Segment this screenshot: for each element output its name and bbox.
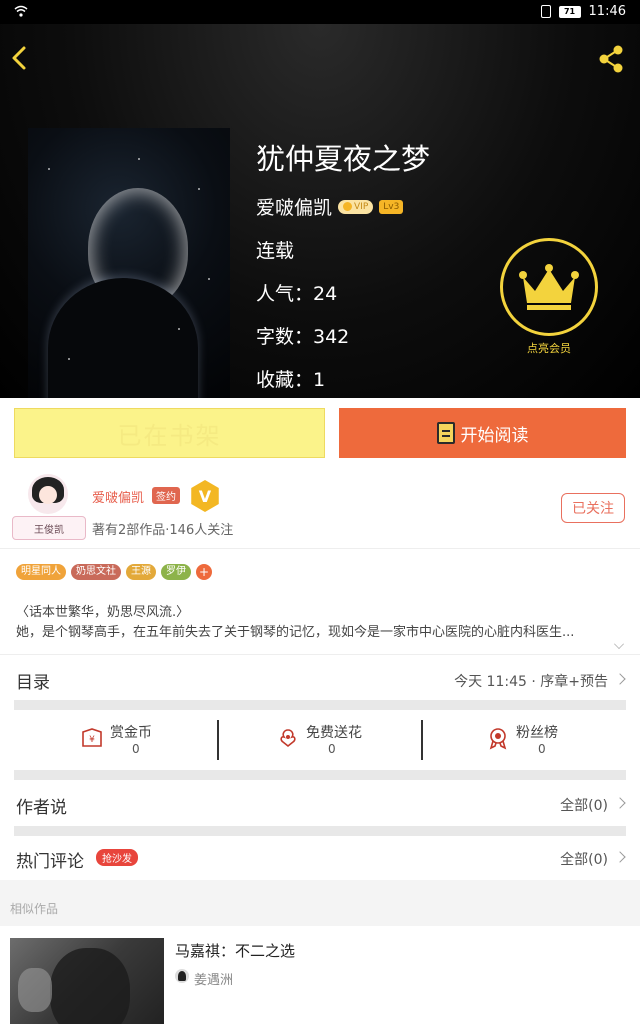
tag[interactable]: 明星同人: [16, 564, 66, 580]
book-word-count: 字数：342: [256, 326, 350, 348]
book-icon: [436, 422, 455, 444]
catalog-latest: 今天 11:45 · 序章+预告: [454, 674, 608, 690]
vibrate-icon: [540, 5, 551, 18]
description-text[interactable]: 她，是个钢琴高手，在五年前失去了关于钢琴的记忆，现如今是一家市中心医院的心脏内科…: [16, 621, 616, 640]
chevron-right-icon: [614, 673, 626, 685]
status-bar: 71 11:46: [0, 0, 640, 24]
member-button[interactable]: 点亮会员: [500, 238, 598, 356]
description-tagline: 〈话本世繁华，奶思尽风流.〉: [16, 605, 190, 620]
vip-icon: [343, 202, 353, 211]
wifi-icon: [14, 5, 28, 17]
book-author-row[interactable]: 爱啵偏凯 VIP Lv3: [256, 193, 404, 220]
hot-comments-label: 热门评论: [16, 852, 84, 872]
battery-icon: 71: [558, 5, 581, 18]
stat-value: 0: [132, 742, 140, 756]
chevron-right-icon: [614, 797, 626, 809]
fan-ranking-button[interactable]: 粉丝榜 0: [486, 720, 636, 760]
author-card: 王俊凯 爱啵偏凯 签约 V 著有2部作品·146人关注 已关注: [0, 468, 640, 548]
divider: [217, 720, 219, 760]
crown-icon: [519, 264, 579, 310]
expand-chevron-icon[interactable]: [614, 639, 624, 649]
svg-text:¥: ¥: [89, 735, 95, 745]
author-says-label: 作者说: [16, 798, 67, 818]
author-name[interactable]: 爱啵偏凯: [92, 487, 144, 506]
similar-book-title[interactable]: 马嘉祺：不二之选: [175, 940, 295, 961]
hot-comments-row[interactable]: 热门评论 抢沙发 全部(0): [0, 836, 640, 880]
book-popularity: 人气：24: [256, 283, 338, 305]
author-avatar-icon: [175, 969, 189, 983]
send-flower-button[interactable]: 免费送花 0: [276, 720, 426, 760]
vip-badge: VIP: [338, 199, 374, 214]
tags-description-section: 明星同人 奶思文社 王源 罗伊 + 〈话本世繁华，奶思尽风流.〉 她，是个钢琴高…: [0, 548, 640, 654]
stat-label: 免费送花: [306, 725, 362, 741]
share-icon[interactable]: [596, 44, 626, 74]
chevron-right-icon: [614, 851, 626, 863]
catalog-row[interactable]: 目录 今天 11:45 · 序章+预告: [0, 654, 640, 700]
author-works-summary: 著有2部作品·146人关注: [92, 523, 234, 538]
divider: [421, 720, 423, 760]
stat-value: 0: [538, 742, 546, 756]
grab-sofa-badge[interactable]: 抢沙发: [96, 849, 138, 866]
tag[interactable]: 王源: [126, 564, 156, 580]
author-says-row[interactable]: 作者说 全部(0): [0, 780, 640, 826]
book-title: 犹仲夏夜之梦: [256, 142, 431, 176]
similar-book-author: 姜遇洲: [194, 973, 234, 988]
signed-badge: 签约: [152, 487, 180, 504]
book-author-name[interactable]: 爱啵偏凯: [256, 193, 332, 220]
book-status: 连载: [256, 240, 295, 262]
flower-icon: [280, 729, 296, 748]
clock: 11:46: [588, 4, 626, 19]
start-reading-button[interactable]: 开始阅读: [339, 408, 626, 458]
tag-list: 明星同人 奶思文社 王源 罗伊 +: [16, 564, 212, 580]
followed-button[interactable]: 已关注: [561, 493, 625, 523]
reward-coin-icon: ¥: [82, 728, 102, 747]
ranking-medal-icon: [489, 728, 507, 750]
book-header: 犹仲夏夜之梦 爱啵偏凯 VIP Lv3 连载 人气：24 字数：342 收藏：1…: [0, 24, 640, 398]
similar-book-cover[interactable]: [10, 938, 164, 1024]
in-shelf-button[interactable]: 已在书架: [14, 408, 325, 458]
level-badge: Lv3: [379, 199, 404, 214]
add-tag-button[interactable]: +: [196, 564, 212, 580]
stat-value: 0: [328, 742, 336, 756]
stat-label: 赏金币: [110, 725, 152, 741]
avatar-nameplate: 王俊凯: [12, 516, 86, 540]
verified-v-badge: V: [191, 480, 219, 512]
start-reading-label: 开始阅读: [460, 425, 529, 446]
action-bar: 已在书架 开始阅读: [0, 398, 640, 468]
reward-coin-button[interactable]: ¥ 赏金币 0: [80, 720, 230, 760]
book-cover[interactable]: [28, 128, 230, 398]
book-favorites: 收藏：1: [256, 369, 326, 391]
catalog-label: 目录: [16, 673, 50, 693]
stat-label: 粉丝榜: [516, 725, 558, 741]
author-says-all: 全部(0): [560, 798, 608, 814]
tag[interactable]: 罗伊: [161, 564, 191, 580]
tag[interactable]: 奶思文社: [71, 564, 121, 580]
similar-section-label: 相似作品: [10, 902, 59, 916]
similar-book-card[interactable]: 马嘉祺：不二之选 姜遇洲: [0, 926, 640, 1024]
member-label: 点亮会员: [527, 342, 571, 355]
avatar[interactable]: [28, 474, 68, 514]
back-icon[interactable]: [8, 42, 32, 74]
hot-comments-all: 全部(0): [560, 852, 608, 868]
stats-bar: ¥ 赏金币 0 免费送花 0 粉丝榜 0: [0, 710, 640, 770]
